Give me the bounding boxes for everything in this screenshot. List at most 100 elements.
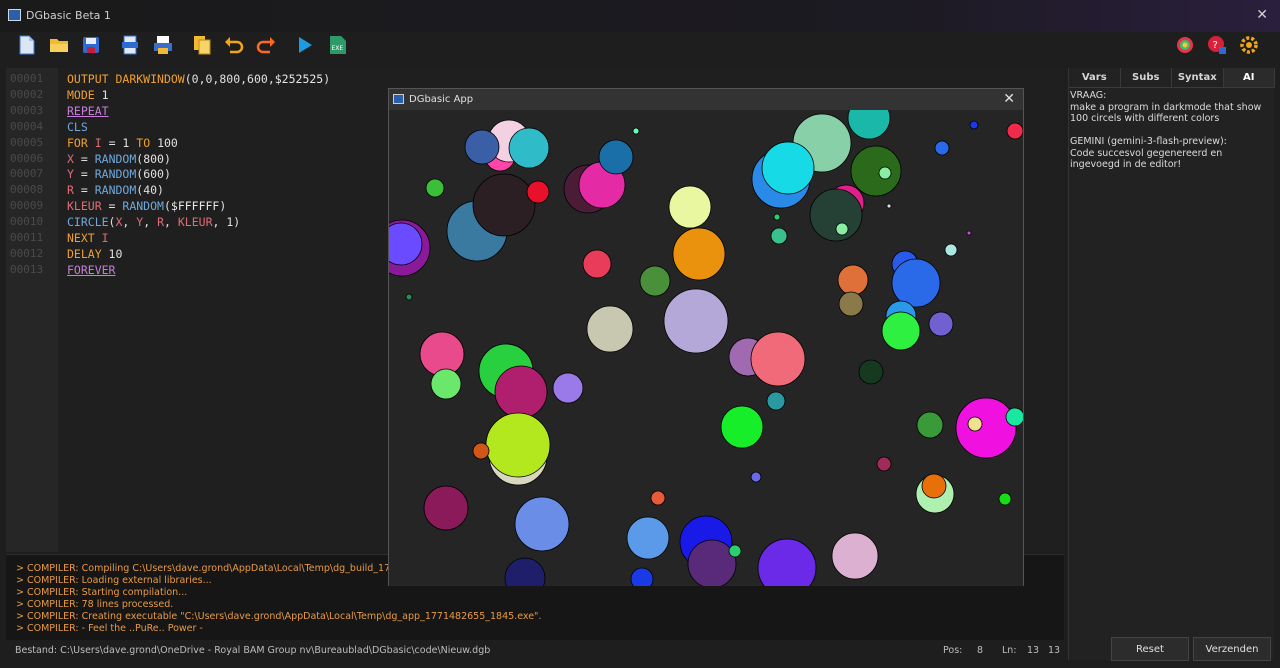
- print-preview-icon[interactable]: [120, 35, 140, 55]
- random-circle: [504, 557, 546, 586]
- app-close-icon[interactable]: ✕: [1003, 91, 1015, 107]
- random-circle: [405, 293, 413, 301]
- reset-button[interactable]: Reset: [1111, 637, 1189, 661]
- random-circle: [494, 365, 548, 419]
- random-circle: [921, 473, 947, 499]
- ai-question-text: make a program in darkmode that show 100…: [1070, 101, 1262, 125]
- plugin-icon[interactable]: [1175, 35, 1195, 55]
- code-line[interactable]: X = RANDOM(800): [67, 152, 171, 166]
- send-button[interactable]: Verzenden: [1193, 637, 1271, 661]
- open-folder-icon[interactable]: [49, 35, 69, 55]
- random-circle: [934, 140, 950, 156]
- print-icon[interactable]: [153, 35, 173, 55]
- tab-vars[interactable]: Vars: [1069, 68, 1121, 87]
- random-circle: [526, 180, 550, 204]
- app-preview-window[interactable]: DGbasic App ✕: [388, 88, 1024, 586]
- ai-conversation: VRAAG: make a program in darkmode that s…: [1069, 90, 1275, 171]
- app-window-title: DGbasic App: [409, 94, 474, 105]
- code-line[interactable]: CLS: [67, 120, 88, 134]
- line-number: 00005: [10, 135, 44, 149]
- save-icon[interactable]: [81, 35, 101, 55]
- redo-icon[interactable]: [256, 35, 276, 55]
- code-line[interactable]: R = RANDOM(40): [67, 183, 164, 197]
- random-circle: [967, 416, 983, 432]
- run-icon[interactable]: [295, 35, 315, 55]
- copy-icon[interactable]: [192, 35, 212, 55]
- code-line[interactable]: CIRCLE(X, Y, R, KLEUR, 1): [67, 215, 240, 229]
- console-line: > COMPILER: 78 lines processed.: [16, 599, 174, 610]
- random-circle: [761, 141, 815, 195]
- random-circle: [966, 230, 972, 236]
- code-line[interactable]: NEXT I: [67, 231, 109, 245]
- circles-canvas: [389, 110, 1023, 586]
- right-panel: Vars Subs Syntax AI VRAAG: make a progra…: [1068, 68, 1275, 661]
- console-line: > COMPILER: Loading external libraries..…: [16, 575, 212, 586]
- random-circle: [472, 173, 536, 237]
- random-circle: [773, 213, 781, 221]
- toolbar: EXE ?: [0, 32, 1280, 60]
- line-number: 00003: [10, 103, 44, 117]
- ai-question-label: VRAAG:: [1070, 90, 1107, 101]
- title-bar: DGbasic Beta 1 ✕: [0, 0, 1280, 32]
- build-exe-icon[interactable]: EXE: [328, 35, 348, 55]
- line-number: 00012: [10, 246, 44, 260]
- random-circle: [430, 368, 462, 400]
- console-line: > COMPILER: Starting compilation...: [16, 587, 188, 598]
- random-circle: [838, 291, 864, 317]
- code-line[interactable]: FOR I = 1 TO 100: [67, 136, 178, 150]
- tab-subs[interactable]: Subs: [1121, 68, 1172, 87]
- code-line[interactable]: KLEUR = RANDOM($FFFFFF): [67, 199, 226, 213]
- file-path: Bestand: C:\Users\dave.grond\OneDrive - …: [15, 645, 491, 656]
- close-icon[interactable]: ✕: [1256, 7, 1268, 23]
- pos-label: Pos:: [943, 645, 963, 656]
- code-line[interactable]: OUTPUT DARKWINDOW(0,0,800,600,$252525): [67, 72, 330, 86]
- random-circle: [750, 471, 762, 483]
- random-circle: [837, 264, 869, 296]
- svg-text:?: ?: [1213, 40, 1218, 51]
- random-circle: [969, 120, 979, 130]
- window-title: DGbasic Beta 1: [26, 9, 111, 22]
- tab-syntax[interactable]: Syntax: [1172, 68, 1224, 87]
- random-circle: [835, 222, 849, 236]
- random-circle: [728, 544, 742, 558]
- random-circle: [847, 110, 891, 140]
- random-circle: [876, 456, 892, 472]
- line-number: 00013: [10, 262, 44, 276]
- random-circle: [472, 442, 490, 460]
- tab-ai[interactable]: AI: [1223, 68, 1275, 87]
- random-circle: [1006, 122, 1023, 140]
- random-circle: [766, 391, 786, 411]
- line-number: 00004: [10, 119, 44, 133]
- random-circle: [586, 305, 634, 353]
- random-circle: [1005, 407, 1023, 427]
- status-bar: Bestand: C:\Users\dave.grond\OneDrive - …: [6, 641, 1064, 661]
- random-circle: [757, 538, 817, 586]
- random-circle: [750, 331, 806, 387]
- app-title-bar: DGbasic App ✕: [389, 89, 1023, 110]
- settings-gear-icon[interactable]: [1239, 35, 1259, 55]
- random-circle: [514, 496, 570, 552]
- help-icon[interactable]: ?: [1207, 35, 1227, 55]
- random-circle: [955, 397, 1017, 459]
- random-circle: [668, 185, 712, 229]
- random-circle: [886, 203, 892, 209]
- app-canvas: [389, 110, 1023, 586]
- code-line[interactable]: MODE 1: [67, 88, 109, 102]
- line-number: 00001: [10, 72, 44, 85]
- console-line: > COMPILER: Compiling C:\Users\dave.gron…: [16, 563, 439, 574]
- code-line[interactable]: REPEAT: [67, 104, 109, 118]
- random-circle: [831, 532, 879, 580]
- code-line[interactable]: DELAY 10: [67, 247, 122, 261]
- code-line[interactable]: FOREVER: [67, 263, 115, 277]
- line-number: 00009: [10, 199, 44, 213]
- random-circle: [891, 258, 941, 308]
- random-circle: [720, 405, 764, 449]
- random-circle: [809, 188, 863, 242]
- undo-icon[interactable]: [224, 35, 244, 55]
- random-circle: [630, 567, 654, 586]
- random-circle: [464, 129, 500, 165]
- new-file-icon[interactable]: [17, 35, 37, 55]
- random-circle: [626, 516, 670, 560]
- console-line: > COMPILER: Creating executable "C:\User…: [16, 611, 542, 622]
- code-line[interactable]: Y = RANDOM(600): [67, 167, 171, 181]
